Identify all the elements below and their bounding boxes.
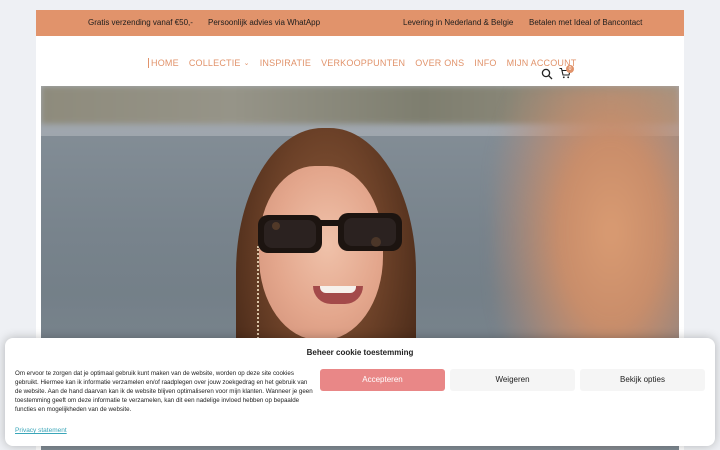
nav-item-label: INFO bbox=[474, 58, 497, 68]
announcement-payment: Betalen met Ideal of Bancontact bbox=[529, 18, 643, 27]
nav-item-label: VERKOOPPUNTEN bbox=[321, 58, 406, 68]
nav-item-label: HOME bbox=[151, 58, 179, 68]
nav-item-collectie[interactable]: COLLECTIE ⌄ bbox=[189, 58, 250, 68]
cart-count-badge: 0 bbox=[566, 65, 574, 73]
cookie-title: Beheer cookie toestemming bbox=[306, 348, 414, 357]
nav-item-label: OVER ONS bbox=[415, 58, 465, 68]
nav-item-over-ons[interactable]: OVER ONS bbox=[415, 58, 464, 68]
privacy-statement-link[interactable]: Privacy statement bbox=[15, 427, 67, 434]
announcement-bar: Gratis verzending vanaf €50,- Persoonlij… bbox=[36, 10, 684, 36]
announcement-advice: Persoonlijk advies via WhatApp bbox=[208, 18, 321, 27]
search-icon[interactable] bbox=[541, 68, 553, 80]
nav-item-label: COLLECTIE bbox=[188, 58, 241, 68]
announcement-delivery: Levering in Nederland & Belgie bbox=[403, 18, 514, 27]
chevron-down-icon: ⌄ bbox=[243, 60, 250, 67]
main-navigation: HOME COLLECTIE ⌄ INSPIRATIE VERKOOPPUNTEN… bbox=[36, 36, 684, 86]
view-options-button[interactable]: Bekijk opties bbox=[580, 369, 705, 391]
announcement-shipping: Gratis verzending vanaf €50,- bbox=[88, 18, 193, 27]
deny-cookies-button[interactable]: Weigeren bbox=[450, 369, 575, 391]
cookie-consent-banner: Beheer cookie toestemming Om ervoor te z… bbox=[5, 338, 715, 446]
nav-item-label: INSPIRATIE bbox=[259, 58, 312, 68]
cookie-description: Om ervoor te zorgen dat je optimaal gebr… bbox=[15, 370, 313, 413]
nav-menu: HOME COLLECTIE ⌄ INSPIRATIE VERKOOPPUNTEN… bbox=[148, 58, 577, 68]
sunglasses-image bbox=[258, 213, 402, 253]
accept-cookies-button[interactable]: Accepteren bbox=[320, 369, 445, 391]
nav-item-inspiratie[interactable]: INSPIRATIE bbox=[260, 58, 311, 68]
nav-item-info[interactable]: INFO bbox=[474, 58, 496, 68]
nav-item-verkooppunten[interactable]: VERKOOPPUNTEN bbox=[321, 58, 405, 68]
nav-item-home[interactable]: HOME bbox=[148, 58, 179, 68]
